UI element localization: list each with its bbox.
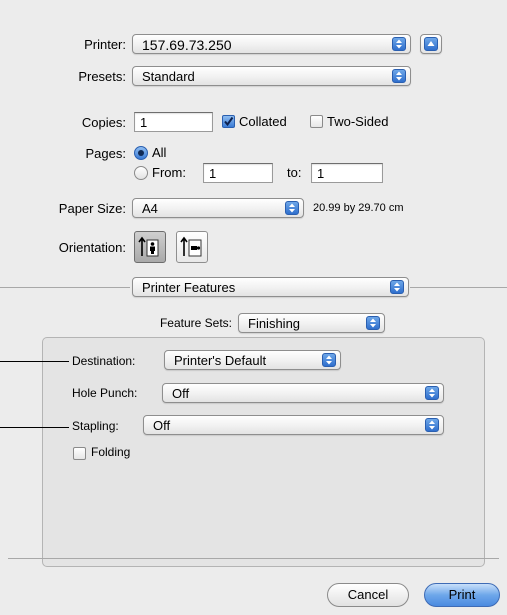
stapling-popup[interactable]: Off <box>143 415 444 435</box>
destination-label: Destination: <box>72 354 136 368</box>
panel-popup[interactable]: Printer Features <box>132 277 409 297</box>
checkmark-icon <box>224 116 234 127</box>
printer-label: Printer: <box>84 37 126 52</box>
print-button[interactable]: Print <box>424 583 500 607</box>
destination-popup[interactable]: Printer's Default <box>164 350 341 370</box>
paper-size-label: Paper Size: <box>58 201 126 216</box>
folding-label: Folding <box>91 445 131 459</box>
pages-all-radio[interactable] <box>134 146 148 160</box>
stepper-arrows-icon <box>392 37 406 51</box>
feature-sets-value: Finishing <box>248 316 301 331</box>
stepper-arrows-icon <box>425 418 439 432</box>
stapling-value: Off <box>153 418 171 433</box>
presets-value: Standard <box>142 69 195 84</box>
presets-popup[interactable]: Standard <box>132 66 411 86</box>
portrait-person-icon <box>138 236 159 257</box>
copies-field[interactable]: 1 <box>134 112 213 132</box>
paper-size-popup[interactable]: A4 <box>132 198 304 218</box>
pages-to-field[interactable]: 1 <box>311 163 383 183</box>
bottom-separator <box>8 558 499 559</box>
pages-label: Pages: <box>85 146 126 161</box>
paper-dimensions: 20.99 by 29.70 cm <box>313 202 404 214</box>
stapling-label: Stapling: <box>72 419 119 433</box>
stepper-arrows-icon <box>285 201 299 215</box>
folding-checkbox[interactable] <box>73 447 86 460</box>
copies-value: 1 <box>140 115 148 130</box>
hole-punch-popup[interactable]: Off <box>162 383 444 403</box>
printer-value: 157.69.73.250 <box>142 37 232 53</box>
feature-sets-label: Feature Sets: <box>159 316 232 330</box>
stepper-arrows-icon <box>366 316 380 330</box>
disclosure-up-icon <box>424 37 438 51</box>
panel-divider-right <box>410 287 507 288</box>
presets-label: Presets: <box>78 69 126 84</box>
pages-from-radio[interactable] <box>134 166 148 180</box>
copies-label: Copies: <box>81 115 126 130</box>
collated-label: Collated <box>239 114 287 129</box>
orientation-portrait-button[interactable] <box>134 231 166 263</box>
stepper-arrows-icon <box>425 386 439 400</box>
stepper-arrows-icon <box>392 69 406 83</box>
destination-callout-line <box>0 361 69 362</box>
pages-all-label: All <box>152 145 167 160</box>
hole-punch-label: Hole Punch: <box>72 386 138 400</box>
panel-value: Printer Features <box>142 280 236 295</box>
two-sided-checkbox[interactable] <box>310 115 323 128</box>
destination-value: Printer's Default <box>174 353 267 368</box>
stepper-arrows-icon <box>390 280 404 294</box>
panel-divider-left <box>0 287 130 288</box>
orientation-landscape-button[interactable] <box>176 231 208 263</box>
two-sided-label: Two-Sided <box>327 114 389 129</box>
stepper-arrows-icon <box>322 353 336 367</box>
landscape-person-icon <box>180 236 202 257</box>
pages-to-value: 1 <box>317 166 325 181</box>
pages-from-field[interactable]: 1 <box>203 163 273 183</box>
cancel-button[interactable]: Cancel <box>327 583 409 607</box>
expand-dialog-button[interactable] <box>420 34 442 54</box>
printer-popup[interactable]: 157.69.73.250 <box>132 34 411 54</box>
collated-checkbox[interactable] <box>222 115 235 128</box>
pages-from-value: 1 <box>209 166 217 181</box>
pages-to-label: to: <box>287 165 302 180</box>
pages-from-label: From: <box>152 165 186 180</box>
feature-sets-popup[interactable]: Finishing <box>238 313 385 333</box>
orientation-label: Orientation: <box>58 240 126 255</box>
paper-size-value: A4 <box>142 201 158 216</box>
hole-punch-value: Off <box>172 386 190 401</box>
stapling-callout-line <box>0 427 69 428</box>
